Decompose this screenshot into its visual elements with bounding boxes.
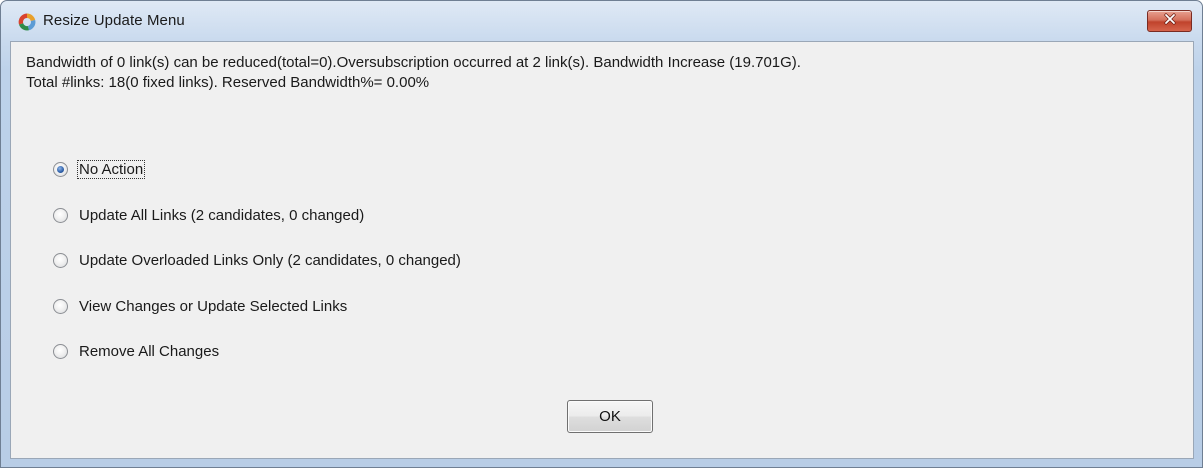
radio-option-view-changes[interactable]: View Changes or Update Selected Links bbox=[53, 295, 348, 317]
option-label: Remove All Changes bbox=[79, 342, 220, 360]
dialog-window: Resize Update Menu Bandwidth of 0 link(s… bbox=[0, 0, 1203, 468]
radio-option-update-overloaded-links[interactable]: Update Overloaded Links Only (2 candidat… bbox=[53, 249, 462, 271]
option-label: View Changes or Update Selected Links bbox=[79, 297, 348, 315]
radio-button-icon[interactable] bbox=[53, 207, 68, 223]
option-label: Update All Links (2 candidates, 0 change… bbox=[79, 206, 365, 224]
title-bar: Resize Update Menu bbox=[1, 1, 1202, 39]
option-label: Update Overloaded Links Only (2 candidat… bbox=[79, 251, 461, 269]
radio-option-remove-all-changes[interactable]: Remove All Changes bbox=[53, 340, 220, 362]
option-label: No Action bbox=[76, 159, 146, 179]
radio-button-selected-icon[interactable] bbox=[53, 161, 68, 177]
radio-option-update-all-links[interactable]: Update All Links (2 candidates, 0 change… bbox=[53, 204, 365, 226]
radio-option-no-action[interactable]: No Action bbox=[53, 158, 146, 180]
radio-button-icon[interactable] bbox=[53, 343, 68, 359]
status-message: Bandwidth of 0 link(s) can be reduced(to… bbox=[26, 53, 1186, 93]
radio-button-icon[interactable] bbox=[53, 298, 68, 314]
close-button[interactable] bbox=[1147, 10, 1192, 32]
radio-button-icon[interactable] bbox=[53, 252, 68, 268]
app-logo-icon bbox=[17, 12, 37, 32]
message-line-2: Total #links: 18(0 fixed links). Reserve… bbox=[26, 74, 430, 91]
message-line-1: Bandwidth of 0 link(s) can be reduced(to… bbox=[26, 54, 801, 71]
window-title: Resize Update Menu bbox=[43, 12, 185, 29]
ok-button[interactable]: OK bbox=[567, 400, 653, 433]
close-icon bbox=[1163, 12, 1177, 30]
